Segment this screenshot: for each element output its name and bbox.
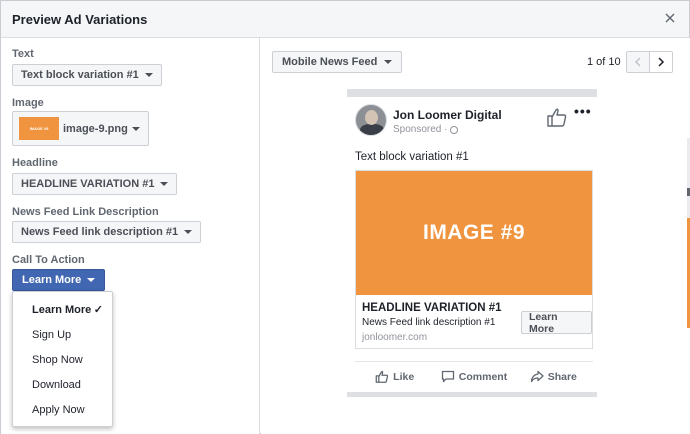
description-dropdown[interactable]: News Feed link description #1	[12, 221, 202, 243]
cta-label: Call To Action	[12, 254, 85, 266]
ad-image: IMAGE #9	[356, 171, 592, 295]
checkmark-icon: ✓	[93, 304, 103, 316]
headline-label: Headline	[12, 157, 58, 169]
close-icon	[665, 13, 675, 23]
previous-button[interactable]	[627, 52, 650, 72]
caret-down-icon	[144, 73, 153, 77]
placement-dropdown-value: Mobile News Feed	[282, 56, 378, 68]
text-dropdown-value: Text block variation #1	[21, 69, 139, 81]
share-button[interactable]: Share	[514, 370, 593, 383]
caret-down-icon	[160, 182, 169, 186]
sponsored-label: Sponsored ·	[393, 124, 459, 135]
page-name[interactable]: Jon Loomer Digital	[393, 108, 502, 122]
sponsored-text: Sponsored ·	[393, 124, 448, 135]
thumbs-up-icon	[547, 108, 567, 127]
menu-item-label: Shop Now	[32, 353, 83, 366]
link-card[interactable]: IMAGE #9 HEADLINE VARIATION #1 News Feed…	[355, 170, 593, 349]
post-actions: Like Comment Share	[355, 361, 593, 391]
preview-ad-variations-dialog: Preview Ad Variations Text Text block va…	[0, 0, 690, 434]
cta-menu: Learn More ✓ Sign Up Shop Now Download A…	[12, 291, 113, 427]
menu-item-label: Sign Up	[32, 328, 72, 341]
close-button[interactable]	[663, 11, 677, 25]
chevron-left-icon	[634, 57, 641, 67]
caret-down-icon	[87, 278, 96, 282]
image-dropdown[interactable]: IMAGE #9 image-9.png	[12, 111, 149, 146]
cta-option-sign-up[interactable]: Sign Up	[13, 322, 112, 347]
menu-item-label: Download	[32, 378, 81, 391]
variation-settings-pane: Text Text block variation #1 Image IMAGE…	[1, 38, 260, 434]
globe-icon	[450, 125, 459, 134]
cta-option-learn-more[interactable]: Learn More ✓	[13, 297, 112, 322]
comment-button[interactable]: Comment	[434, 370, 513, 383]
next-button[interactable]	[650, 52, 672, 72]
comment-icon	[441, 370, 454, 383]
like-page-button[interactable]	[546, 107, 568, 127]
pager	[626, 51, 673, 73]
chevron-right-icon	[658, 57, 664, 67]
thumbs-up-icon	[375, 370, 389, 383]
image-thumbnail: IMAGE #9	[19, 117, 59, 140]
more-options-icon[interactable]: •••	[574, 103, 592, 119]
menu-item-label: Learn More	[32, 303, 92, 316]
preview-pane: Mobile News Feed 1 of 10 Jon Loomer Digi…	[261, 38, 690, 434]
avatar[interactable]	[355, 104, 387, 136]
placement-dropdown[interactable]: Mobile News Feed	[272, 51, 403, 73]
ad-image-text: IMAGE #9	[422, 221, 526, 244]
description-dropdown-value: News Feed link description #1	[21, 226, 179, 238]
cta-option-download[interactable]: Download	[13, 372, 112, 397]
post-text: Text block variation #1	[355, 151, 469, 163]
comment-label: Comment	[458, 370, 508, 383]
image-dropdown-value: image-9.png	[63, 122, 128, 135]
cta-dropdown[interactable]: Learn More	[12, 269, 106, 291]
learn-more-button[interactable]: Learn More	[521, 311, 592, 335]
cta-dropdown-value: Learn More	[22, 274, 82, 286]
ad-domain: jonloomer.com	[362, 332, 428, 343]
share-label: Share	[547, 370, 577, 383]
cta-option-shop-now[interactable]: Shop Now	[13, 347, 112, 372]
dialog-header: Preview Ad Variations	[1, 1, 689, 38]
image-label: Image	[12, 97, 44, 109]
caret-down-icon	[384, 60, 393, 64]
caret-down-icon	[131, 126, 140, 131]
ad-headline: HEADLINE VARIATION #1	[362, 302, 502, 314]
caret-down-icon	[184, 230, 193, 234]
text-label: Text	[12, 48, 34, 60]
ad-description: News Feed link description #1	[362, 317, 496, 328]
like-button[interactable]: Like	[355, 370, 434, 383]
ad-post-preview: Jon Loomer Digital Sponsored · ••• Text …	[347, 89, 597, 397]
menu-item-label: Apply Now	[32, 403, 85, 416]
text-dropdown[interactable]: Text block variation #1	[12, 64, 162, 86]
cta-option-apply-now[interactable]: Apply Now	[13, 397, 112, 422]
page-count: 1 of 10	[587, 56, 621, 68]
description-label: News Feed Link Description	[12, 206, 159, 218]
share-icon	[530, 370, 544, 383]
headline-dropdown-value: HEADLINE VARIATION #1	[21, 178, 155, 190]
dialog-title: Preview Ad Variations	[12, 12, 148, 27]
headline-dropdown[interactable]: HEADLINE VARIATION #1	[12, 173, 178, 195]
like-label: Like	[393, 370, 415, 383]
